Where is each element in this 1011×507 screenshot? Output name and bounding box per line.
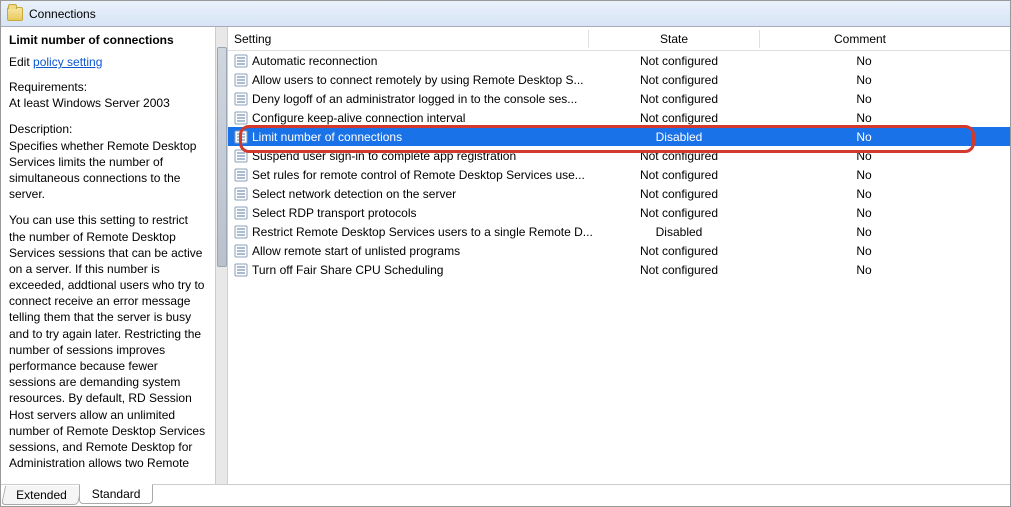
col-header-state[interactable]: State: [589, 32, 759, 46]
policy-setting-icon: [234, 187, 248, 201]
details-scrollbar[interactable]: [216, 27, 228, 484]
policy-comment: No: [764, 149, 964, 163]
policy-comment: No: [764, 73, 964, 87]
policy-state: Not configured: [594, 54, 764, 68]
policy-comment: No: [764, 263, 964, 277]
policy-setting-label: Allow users to connect remotely by using…: [252, 73, 583, 87]
policy-row[interactable]: Configure keep-alive connection interval…: [228, 108, 1010, 127]
policy-setting-label: Set rules for remote control of Remote D…: [252, 168, 585, 182]
policy-state: Not configured: [594, 206, 764, 220]
policy-row[interactable]: Limit number of connections DisabledNo: [228, 127, 1010, 146]
policy-setting-icon: [234, 130, 248, 144]
policy-state: Disabled: [594, 225, 764, 239]
policy-comment: No: [764, 111, 964, 125]
description-label: Description:: [9, 121, 207, 137]
policy-setting-icon: [234, 54, 248, 68]
policy-setting-icon: [234, 244, 248, 258]
tab-extended[interactable]: Extended: [1, 486, 82, 505]
policy-setting-icon: [234, 168, 248, 182]
policy-setting-label: Suspend user sign-in to complete app reg…: [252, 149, 516, 163]
policy-comment: No: [764, 225, 964, 239]
policy-row[interactable]: Restrict Remote Desktop Services users t…: [228, 222, 1010, 241]
scrollbar-thumb[interactable]: [217, 47, 227, 267]
policy-setting-label: Configure keep-alive connection interval: [252, 111, 465, 125]
edit-policy-row: Edit policy setting: [9, 55, 207, 69]
policy-setting-icon: [234, 225, 248, 239]
policy-comment: No: [764, 187, 964, 201]
policy-comment: No: [764, 168, 964, 182]
policy-state: Not configured: [594, 263, 764, 277]
policy-setting-icon: [234, 92, 248, 106]
policy-setting-label: Select RDP transport protocols: [252, 206, 417, 220]
requirements-block: Requirements: At least Windows Server 20…: [9, 79, 207, 111]
policy-state: Disabled: [594, 130, 764, 144]
policy-setting-icon: [234, 206, 248, 220]
policy-setting-label: Restrict Remote Desktop Services users t…: [252, 225, 593, 239]
tab-standard[interactable]: Standard: [79, 484, 154, 504]
policy-setting-icon: [234, 263, 248, 277]
window-title: Connections: [29, 7, 96, 21]
main-area: Limit number of connections Edit policy …: [1, 27, 1010, 484]
policy-rows: Automatic reconnectionNot configuredNo A…: [228, 51, 1010, 484]
details-pane: Limit number of connections Edit policy …: [1, 27, 216, 484]
list-pane: Setting State Comment Automatic reconnec…: [216, 27, 1010, 484]
folder-icon: [7, 7, 23, 21]
policy-row[interactable]: Select network detection on the server No…: [228, 184, 1010, 203]
policy-setting-label: Turn off Fair Share CPU Scheduling: [252, 263, 443, 277]
policy-setting-label: Select network detection on the server: [252, 187, 456, 201]
policy-comment: No: [764, 244, 964, 258]
policy-setting-icon: [234, 111, 248, 125]
policy-state: Not configured: [594, 111, 764, 125]
policy-state: Not configured: [594, 92, 764, 106]
policy-comment: No: [764, 130, 964, 144]
view-tabs: Extended Standard: [1, 484, 1010, 506]
policy-setting-label: Automatic reconnection: [252, 54, 377, 68]
requirements-value: At least Windows Server 2003: [9, 96, 170, 110]
policy-row[interactable]: Suspend user sign-in to complete app reg…: [228, 146, 1010, 165]
policy-row[interactable]: Allow users to connect remotely by using…: [228, 70, 1010, 89]
policy-state: Not configured: [594, 244, 764, 258]
title-bar: Connections: [1, 1, 1010, 27]
policy-state: Not configured: [594, 149, 764, 163]
policy-row[interactable]: Turn off Fair Share CPU Scheduling Not co…: [228, 260, 1010, 279]
description-text: Specifies whether Remote Desktop Service…: [9, 139, 196, 202]
policy-row[interactable]: Allow remote start of unlisted programs N…: [228, 241, 1010, 260]
policy-row[interactable]: Deny logoff of an administrator logged i…: [228, 89, 1010, 108]
requirements-label: Requirements:: [9, 79, 207, 95]
policy-setting-label: Allow remote start of unlisted programs: [252, 244, 460, 258]
policy-setting-label: Limit number of connections: [252, 130, 402, 144]
policy-comment: No: [764, 92, 964, 106]
column-headers: Setting State Comment: [228, 27, 1010, 51]
policy-row[interactable]: Select RDP transport protocols Not config…: [228, 203, 1010, 222]
policy-heading: Limit number of connections: [9, 33, 207, 47]
policy-row[interactable]: Automatic reconnection Not configuredNo: [228, 51, 1010, 70]
description-block: Description: Specifies whether Remote De…: [9, 121, 207, 202]
policy-state: Not configured: [594, 168, 764, 182]
policy-setting-icon: [234, 73, 248, 87]
policy-state: Not configured: [594, 73, 764, 87]
edit-policy-link[interactable]: policy setting: [33, 55, 102, 69]
policy-comment: No: [764, 206, 964, 220]
policy-comment: No: [764, 54, 964, 68]
edit-prefix: Edit: [9, 55, 33, 69]
policy-state: Not configured: [594, 187, 764, 201]
col-header-comment[interactable]: Comment: [760, 32, 960, 46]
col-header-setting[interactable]: Setting: [228, 32, 588, 46]
policy-setting-label: Deny logoff of an administrator logged i…: [252, 92, 577, 106]
description-para2: You can use this setting to restrict the…: [9, 212, 207, 471]
policy-row[interactable]: Set rules for remote control of Remote D…: [228, 165, 1010, 184]
policy-setting-icon: [234, 149, 248, 163]
